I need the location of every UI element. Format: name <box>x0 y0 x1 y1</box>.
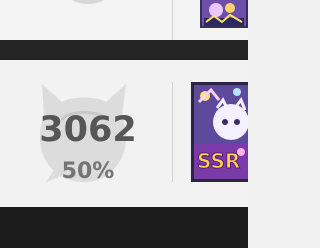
character-card-thumbnail[interactable] <box>200 0 248 28</box>
ssr-character-card-thumbnail[interactable]: SSR <box>191 82 248 182</box>
top-card <box>0 0 248 40</box>
percent-value: 50% <box>61 159 115 184</box>
score-value: 3062 <box>39 110 137 150</box>
cat-ghost-icon <box>72 0 104 4</box>
separator-band <box>0 207 248 248</box>
separator-band <box>0 40 248 60</box>
ssr-badge: SSR <box>197 149 240 173</box>
divider <box>172 82 173 182</box>
divider <box>172 0 173 40</box>
